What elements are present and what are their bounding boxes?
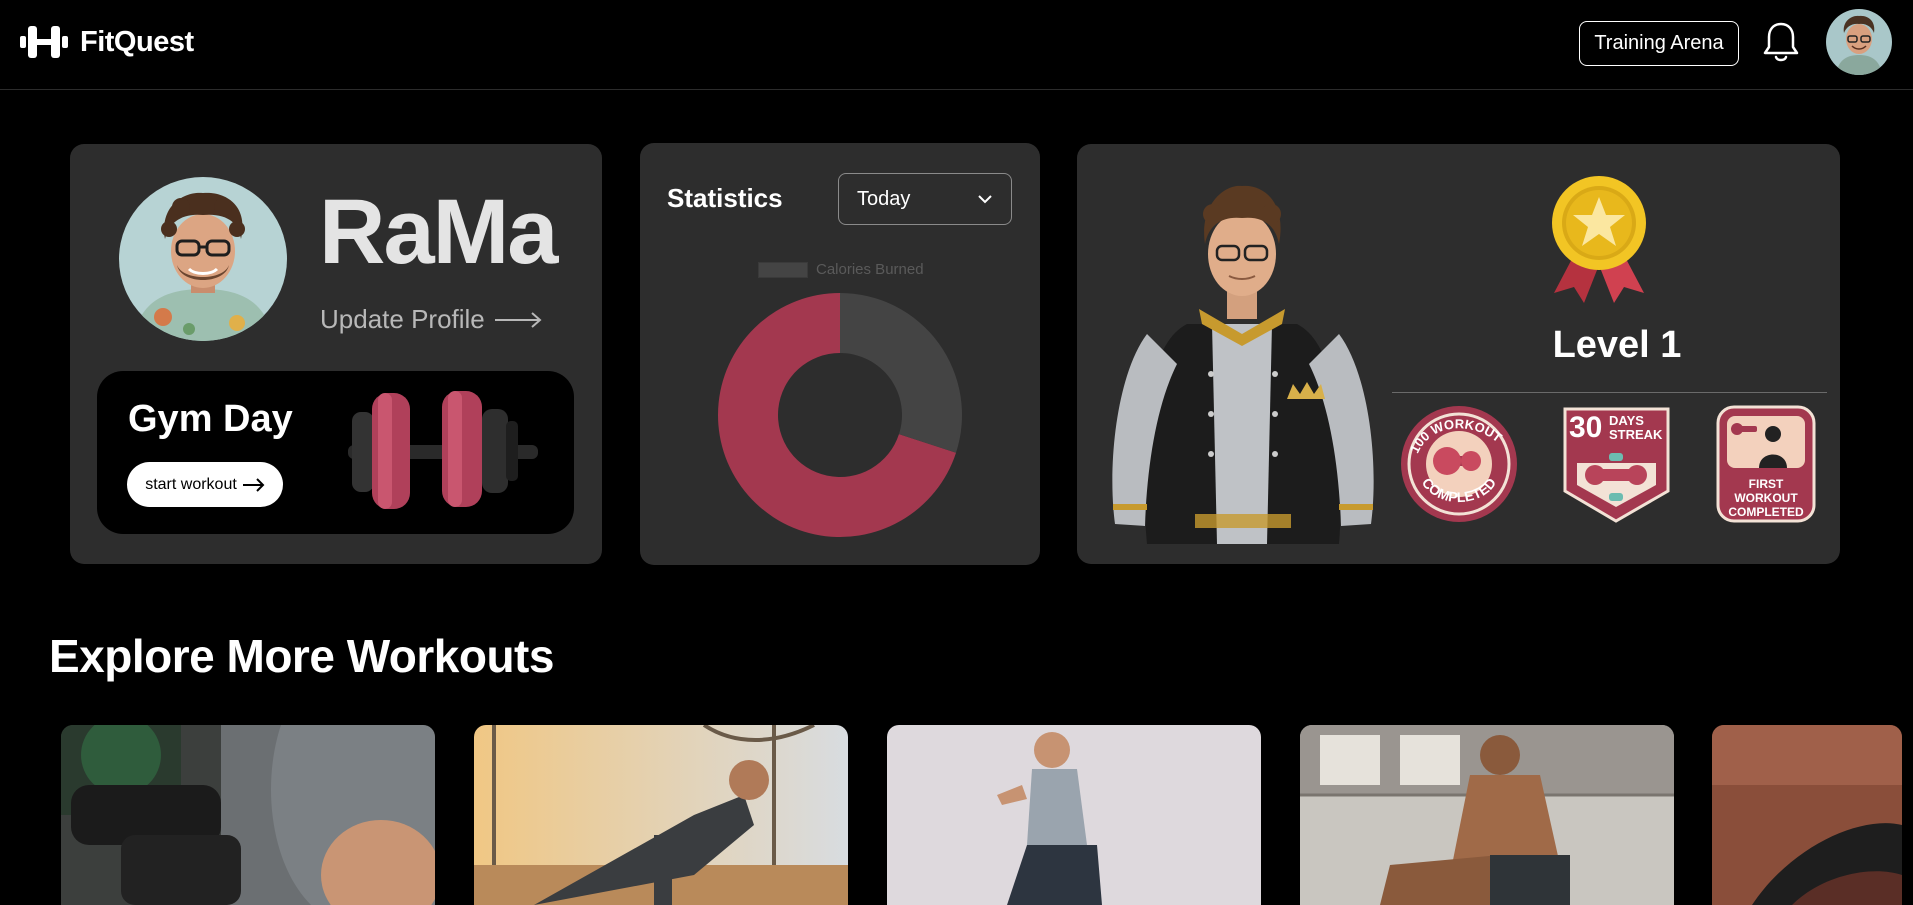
period-select-value: Today (857, 187, 911, 210)
legend-label: Calories Burned (816, 261, 924, 278)
badge-30-day-streak-icon[interactable]: 30 DAYS STREAK (1559, 403, 1674, 525)
update-profile-link[interactable]: Update Profile (320, 304, 543, 335)
user-avatar[interactable] (1826, 9, 1892, 75)
brand-name: FitQuest (80, 25, 194, 58)
level-label: Level 1 (1552, 324, 1682, 366)
explore-section-title: Explore More Workouts (49, 630, 554, 682)
avatar-character-illustration (1112, 185, 1374, 544)
gym-day-panel: Gym Day start workout (97, 371, 574, 534)
arrow-right-icon (494, 311, 542, 328)
badge-100-workouts-icon[interactable]: 100 WORKOUT COMPLETED (1399, 404, 1519, 524)
workout-card-dumbbell[interactable] (61, 725, 435, 905)
period-select[interactable]: Today (838, 173, 1012, 225)
legend-swatch (758, 261, 808, 278)
level-card: Level 1 100 WORKOUT COMPLETED 30 DAYS ST… (1077, 144, 1840, 564)
workout-card-partial[interactable] (1712, 725, 1902, 905)
update-profile-label: Update Profile (320, 304, 485, 334)
workout-card-pushup[interactable] (474, 725, 848, 905)
svg-text:DAYS: DAYS (1609, 413, 1644, 428)
badge-first-workout-icon[interactable]: FIRST WORKOUT COMPLETED (1715, 404, 1817, 524)
donut-slice-2[interactable] (840, 293, 962, 453)
calories-donut-chart (718, 293, 962, 537)
svg-text:STREAK: STREAK (1609, 427, 1663, 442)
svg-text:30: 30 (1569, 411, 1602, 444)
svg-text:FIRST: FIRST (1749, 477, 1784, 491)
statistics-title: Statistics (667, 183, 783, 213)
chart-legend[interactable]: Calories Burned (758, 261, 924, 278)
dumbbell-illustration (348, 391, 538, 509)
brand-logo[interactable]: FitQuest (20, 22, 194, 62)
level-divider (1392, 392, 1827, 393)
start-workout-label: start workout (145, 475, 237, 493)
svg-text:WORKOUT: WORKOUT (1734, 491, 1798, 505)
profile-name: RaMa (319, 181, 558, 283)
workout-card-situp[interactable] (1300, 725, 1674, 905)
start-workout-button[interactable]: start workout (127, 462, 283, 507)
svg-text:COMPLETED: COMPLETED (1728, 505, 1804, 519)
top-navigation-bar: FitQuest Training Arena (0, 0, 1913, 90)
statistics-card: Statistics Today Calories Burned (640, 143, 1040, 565)
workout-card-squat[interactable] (887, 725, 1261, 905)
medal-icon (1552, 176, 1646, 303)
dumbbell-logo-icon (20, 26, 68, 58)
bell-icon[interactable] (1761, 20, 1801, 64)
profile-avatar (119, 177, 287, 341)
training-arena-button[interactable]: Training Arena (1579, 21, 1739, 66)
arrow-right-icon (242, 477, 265, 492)
profile-card: RaMa Update Profile Gym Day start workou… (70, 144, 602, 564)
gym-day-title: Gym Day (128, 398, 293, 440)
chevron-down-icon (978, 195, 992, 204)
